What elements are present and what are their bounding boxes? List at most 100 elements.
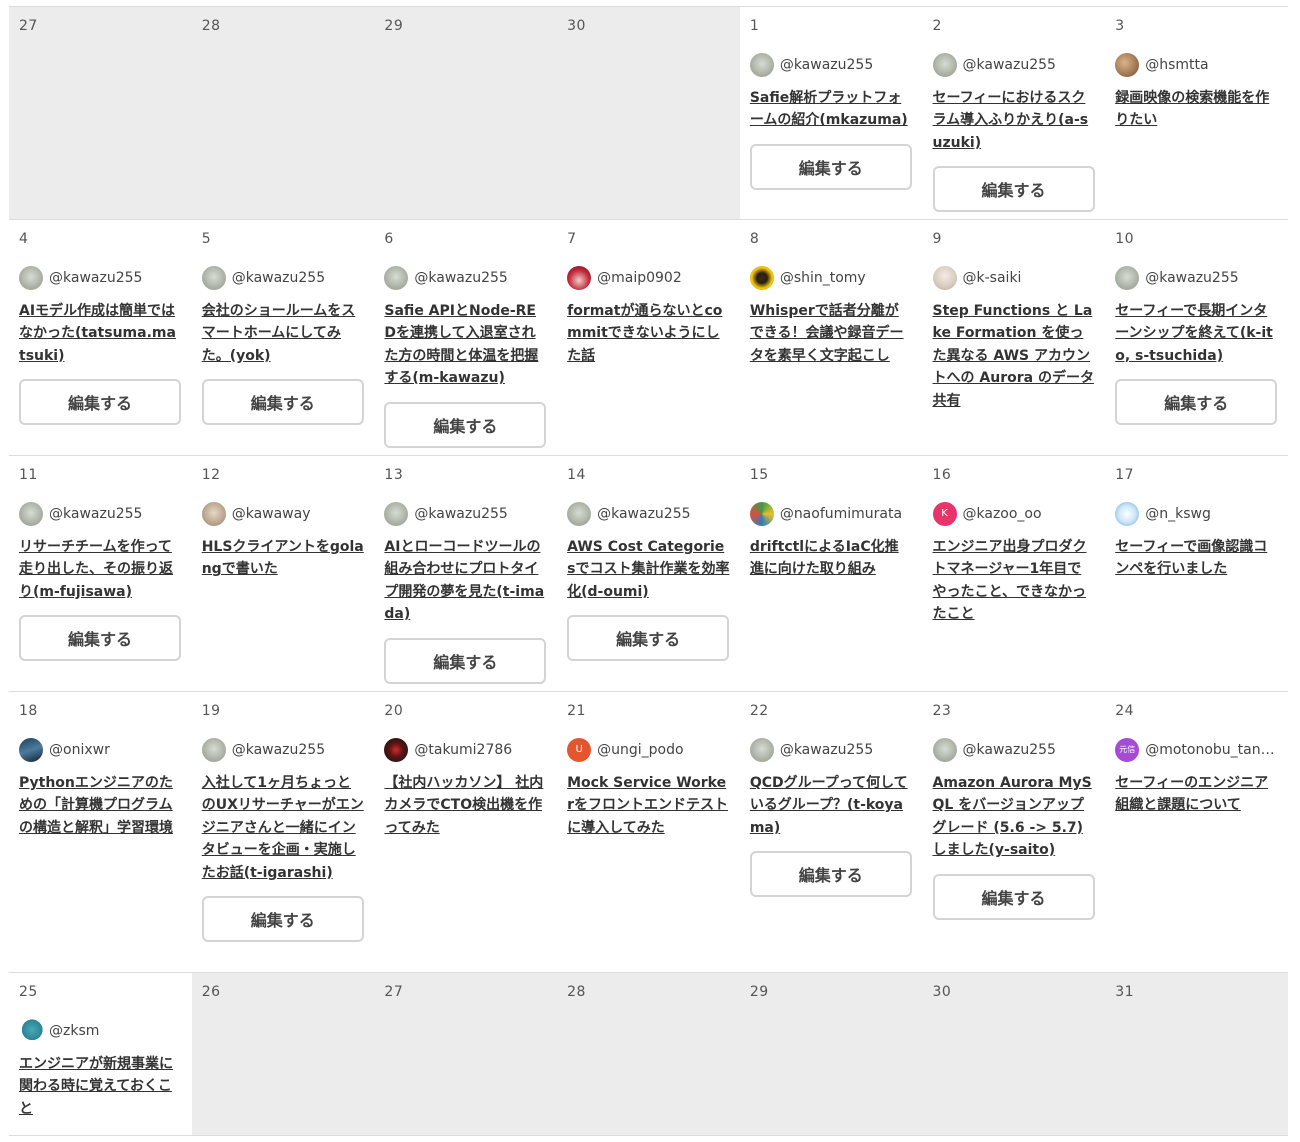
avatar[interactable]: U bbox=[567, 738, 592, 762]
username: @kawazu255 bbox=[779, 57, 874, 73]
avatar[interactable] bbox=[567, 266, 592, 290]
entry-user: @n_kswg bbox=[1115, 502, 1278, 526]
avatar[interactable] bbox=[201, 266, 226, 290]
day-number: 21 bbox=[567, 703, 586, 719]
calendar-entry: @kawazu255 Safie APIとNode-REDを連携して入退室された方… bbox=[384, 266, 547, 462]
calendar-entry: @kawazu255 AIモデル作成は簡単ではなかった(tatsuma.matsu… bbox=[19, 266, 182, 439]
avatar[interactable] bbox=[567, 502, 592, 526]
calendar-day: 9 @k-saiki Step Functions と Lake Formation… bbox=[923, 220, 1106, 455]
article-title-link[interactable]: AWS Cost Categoriesでコスト集計作業を効率化(d-oumi) bbox=[567, 536, 730, 603]
avatar[interactable] bbox=[384, 266, 409, 290]
avatar[interactable] bbox=[201, 502, 226, 526]
article-title-link[interactable]: セーフィーのエンジニア組織と課題について bbox=[1115, 772, 1278, 817]
article-title-link[interactable]: Safie APIとNode-REDを連携して入退室された方の時間と体温を把握す… bbox=[384, 300, 547, 390]
article-title-link[interactable]: 会社のショールームをスマートホームにしてみた。(yok) bbox=[202, 300, 365, 367]
calendar-week: 27 28 29 30 1 @kawazu255 Safie解析プラットフォームの紹介(mk… bbox=[9, 6, 1288, 219]
calendar-day: 1 @kawazu255 Safie解析プラットフォームの紹介(mkazuma) 編集… bbox=[740, 7, 923, 219]
calendar-day-empty: 27 bbox=[374, 973, 558, 1135]
article-title-link[interactable]: エンジニアが新規事業に関わる時に覚えておくこと bbox=[19, 1053, 182, 1120]
username: @naofumimurata bbox=[779, 506, 903, 522]
article-title-link[interactable]: Mock Service Workerをフロントエンドテストに導入してみた bbox=[567, 772, 730, 839]
avatar[interactable] bbox=[932, 53, 957, 77]
edit-button[interactable]: 編集する bbox=[932, 166, 1095, 213]
avatar[interactable] bbox=[384, 502, 409, 526]
day-number: 22 bbox=[749, 703, 769, 719]
day-number: 18 bbox=[19, 703, 38, 719]
article-title-link[interactable]: セーフィーで画像認識コンペを行いました bbox=[1115, 536, 1278, 581]
article-title-link[interactable]: QCDグループって何しているグループ？(t-koyama) bbox=[750, 772, 913, 839]
edit-button[interactable]: 編集する bbox=[749, 851, 912, 898]
calendar-day: 25 @zksm エンジニアが新規事業に関わる時に覚えておくこと bbox=[9, 973, 192, 1135]
article-title-link[interactable]: リサーチチームを作って走り出した、その振り返り(m-fujisawa) bbox=[19, 536, 182, 603]
avatar[interactable] bbox=[749, 502, 774, 526]
calendar: 27 28 29 30 1 @kawazu255 Safie解析プラットフォームの紹介(mk… bbox=[9, 6, 1288, 1136]
article-title-link[interactable]: 録画映像の検索機能を作りたい bbox=[1115, 87, 1278, 132]
avatar[interactable] bbox=[384, 738, 409, 762]
article-title-link[interactable]: HLSクライアントをgolangで書いた bbox=[202, 536, 365, 581]
avatar[interactable] bbox=[749, 266, 774, 290]
avatar[interactable] bbox=[1115, 502, 1140, 526]
article-title-link[interactable]: セーフィーで長期インターンシップを終えて(k-ito, s-tsuchida) bbox=[1115, 300, 1278, 367]
article-title-link[interactable]: セーフィーにおけるスクラム導入ふりかえり(a-suzuki) bbox=[933, 87, 1096, 154]
article-title-link[interactable]: Step Functions と Lake Formation を使った異なる … bbox=[933, 300, 1096, 412]
day-number: 14 bbox=[567, 467, 586, 483]
edit-button[interactable]: 編集する bbox=[384, 401, 547, 448]
avatar[interactable]: 元信 bbox=[1115, 738, 1140, 762]
avatar[interactable] bbox=[932, 738, 957, 762]
edit-button[interactable]: 編集する bbox=[749, 143, 912, 190]
edit-button[interactable]: 編集する bbox=[1115, 379, 1278, 426]
edit-button[interactable]: 編集する bbox=[932, 873, 1095, 920]
entry-user: @shin_tomy bbox=[749, 266, 913, 290]
calendar-entry: @kawazu255 リサーチチームを作って走り出した、その振り返り(m-fuji… bbox=[19, 502, 182, 675]
article-title-link[interactable]: 入社して1ヶ月ちょっとのUXリサーチャーがエンジニアさんと一緒にインタビューを企… bbox=[202, 772, 365, 884]
calendar-day-empty: 27 bbox=[9, 7, 192, 219]
avatar[interactable] bbox=[19, 502, 43, 526]
calendar-day: 10 @kawazu255 セーフィーで長期インターンシップを終えて(k-ito, … bbox=[1105, 220, 1288, 455]
edit-button[interactable]: 編集する bbox=[567, 615, 730, 662]
day-number: 20 bbox=[384, 703, 404, 719]
day-number: 6 bbox=[384, 231, 394, 247]
edit-button[interactable]: 編集する bbox=[384, 637, 547, 684]
calendar-day: 17 @n_kswg セーフィーで画像認識コンペを行いました bbox=[1105, 456, 1288, 691]
calendar-entry: @takumi2786 【社内ハッカソン】 社内カメラでCTO検出機を作ってみた bbox=[384, 738, 547, 853]
day-number: 4 bbox=[19, 231, 29, 247]
day-number: 13 bbox=[384, 467, 404, 483]
calendar-day: 21 U @ungi_podo Mock Service Workerをフロントエンド… bbox=[557, 692, 740, 972]
avatar[interactable] bbox=[19, 738, 43, 762]
entry-user: @takumi2786 bbox=[384, 738, 547, 762]
article-title-link[interactable]: Amazon Aurora MySQL をバージョンアップグレード (5.6 -… bbox=[933, 772, 1096, 862]
article-title-link[interactable]: エンジニア出身プロダクトマネージャー1年目でやったこと、できなかったこと bbox=[933, 536, 1096, 626]
calendar-week: 11 @kawazu255 リサーチチームを作って走り出した、その振り返り(m-fu… bbox=[9, 455, 1288, 691]
avatar[interactable] bbox=[19, 1019, 43, 1043]
article-title-link[interactable]: 【社内ハッカソン】 社内カメラでCTO検出機を作ってみた bbox=[384, 772, 547, 839]
article-title-link[interactable]: AIモデル作成は簡単ではなかった(tatsuma.matsuki) bbox=[19, 300, 182, 367]
avatar[interactable] bbox=[749, 738, 774, 762]
edit-button[interactable]: 編集する bbox=[201, 896, 364, 943]
article-title-link[interactable]: AIとローコードツールの組み合わせにプロトタイプ開発の夢を見た(t-imada) bbox=[384, 536, 547, 626]
avatar[interactable] bbox=[1115, 53, 1140, 77]
avatar[interactable]: K bbox=[932, 502, 957, 526]
calendar-day-empty: 31 bbox=[1105, 973, 1288, 1135]
edit-button[interactable]: 編集する bbox=[201, 379, 364, 426]
article-title-link[interactable]: Pythonエンジニアのための「計算機プログラムの構造と解釈」学習環境 bbox=[19, 772, 182, 839]
edit-button[interactable]: 編集する bbox=[19, 379, 181, 426]
entry-user: @kawazu255 bbox=[19, 502, 182, 526]
day-number: 8 bbox=[749, 231, 760, 247]
calendar-week: 25 @zksm エンジニアが新規事業に関わる時に覚えておくこと 26 27 28 29 30… bbox=[9, 972, 1288, 1136]
calendar-day: 14 @kawazu255 AWS Cost Categoriesでコスト集計作業を… bbox=[557, 456, 740, 691]
article-title-link[interactable]: Safie解析プラットフォームの紹介(mkazuma) bbox=[750, 87, 913, 132]
avatar[interactable] bbox=[19, 266, 43, 290]
avatar[interactable] bbox=[1115, 266, 1140, 290]
article-title-link[interactable]: Whisperで話者分離ができる！会議や録音データを素早く文字起こし bbox=[750, 300, 913, 367]
avatar[interactable] bbox=[932, 266, 957, 290]
avatar[interactable] bbox=[201, 738, 226, 762]
article-title-link[interactable]: formatが通らないとcommitできないようにした話 bbox=[567, 300, 730, 367]
entry-user: @kawazu255 bbox=[749, 738, 913, 762]
entry-user: 元信 @motonobu_tani... bbox=[1115, 738, 1278, 762]
edit-button[interactable]: 編集する bbox=[19, 615, 181, 662]
article-title-link[interactable]: driftctlによるIaC化推進に向けた取り組み bbox=[750, 536, 913, 581]
username: @kawazu255 bbox=[779, 742, 874, 758]
avatar[interactable] bbox=[749, 53, 774, 77]
day-number: 30 bbox=[567, 18, 586, 34]
entry-user: @onixwr bbox=[19, 738, 182, 762]
